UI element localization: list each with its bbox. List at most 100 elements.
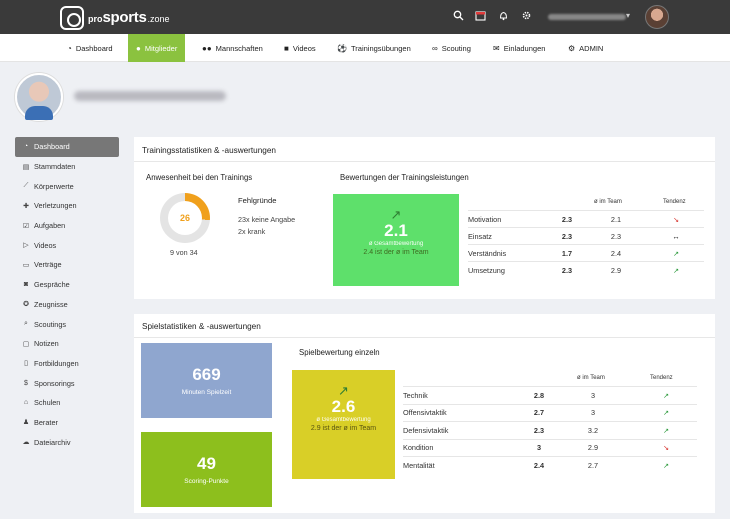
brand-sports: sports: [102, 9, 147, 26]
nav-label: ADMIN: [579, 43, 604, 53]
sidebar-item-verletzungen[interactable]: ✚ Verletzungen: [15, 196, 119, 216]
col-header-team: ø im Team: [594, 199, 622, 205]
rating-value: 2.3: [533, 425, 545, 435]
training-ratings-title: Bewertungen der Trainingsleistungen: [340, 173, 469, 182]
absence-reason: 2x krank: [238, 227, 266, 236]
profile-sidebar: ◔ Dashboard ▤ Stammdaten ⟋ Körperwerte ✚ Ver…: [15, 137, 119, 452]
rating-name: Verständnis: [468, 248, 507, 258]
search-icon: ⌕: [24, 320, 28, 328]
rating-value: 2.8: [533, 390, 545, 400]
brand-zone: .zone: [147, 14, 170, 24]
panel-divider: [134, 161, 715, 162]
scoring-points-label: Scoring-Punkte: [184, 478, 229, 485]
sidebar-item-gespraeche[interactable]: ◙ Gespräche: [15, 275, 119, 295]
rating-row: Kondition 3 2.9 ↘: [403, 438, 697, 456]
sidebar-label: Scoutings: [34, 319, 67, 329]
nav-label: Mitglieder: [144, 43, 178, 53]
attendance-summary: 9 von 34: [170, 248, 198, 257]
chat-icon: ◙: [23, 281, 29, 289]
calendar-icon[interactable]: [473, 10, 487, 24]
book-icon: ▯: [24, 360, 28, 368]
rating-name: Technik: [403, 390, 428, 400]
nav-label: Mannschaften: [215, 43, 263, 53]
scoring-points-value: 49: [197, 454, 216, 473]
trend-up-icon: ↗: [662, 390, 670, 400]
sidebar-item-dateiarchiv[interactable]: ☁ Dateiarchiv: [15, 432, 119, 452]
rating-row: Defensivtaktik 2.3 3.2 ↗: [403, 421, 697, 438]
user-name-blurred[interactable]: [548, 14, 626, 20]
bell-icon[interactable]: [496, 10, 510, 24]
nav-admin[interactable]: ⚙ ADMIN: [568, 34, 603, 62]
rating-value: 1.7: [561, 248, 573, 258]
brand-logo[interactable]: pro sports .zone: [60, 5, 170, 30]
nav-label: Scouting: [441, 43, 471, 53]
trend-up-icon: ↗: [662, 460, 670, 470]
col-header-trend: Tendenz: [663, 199, 686, 205]
nav-trainingsuebungen[interactable]: ⚽ Trainingsübungen: [337, 34, 411, 62]
chevron-down-icon[interactable]: ▾: [626, 11, 630, 20]
sidebar-item-schulen[interactable]: ⌂ Schulen: [15, 393, 119, 413]
id-card-icon: ▤: [22, 163, 30, 171]
rating-team-average: 3.2: [587, 425, 599, 435]
main-nav: ◔ Dashboard ● Mitglieder ●● Mannschaften ■ V…: [0, 34, 730, 62]
first-aid-icon: ✚: [23, 202, 29, 210]
col-header-team: ø im Team: [577, 375, 605, 381]
sidebar-label: Gespräche: [34, 280, 70, 290]
rating-name: Einsatz: [468, 231, 492, 241]
brand-pro: pro: [88, 14, 103, 24]
nav-scouting[interactable]: ∞ Scouting: [432, 34, 471, 62]
sidebar-item-aufgaben[interactable]: ☑ Aufgaben: [15, 216, 119, 236]
binoculars-icon: ∞: [432, 43, 438, 53]
game-stats-title: Spielstatistiken & -auswertungen: [142, 322, 261, 331]
sidebar-item-scoutings[interactable]: ⌕ Scoutings: [15, 314, 119, 334]
sidebar-label: Notizen: [34, 339, 59, 349]
nav-mannschaften[interactable]: ●● Mannschaften: [202, 34, 263, 62]
nav-einladungen[interactable]: ✉ Einladungen: [493, 34, 545, 62]
minutes-played-value: 669: [192, 365, 221, 384]
training-score: 2.1: [384, 221, 408, 240]
play-icon: ▷: [23, 242, 29, 250]
sidebar-item-dashboard[interactable]: ◔ Dashboard: [15, 137, 119, 157]
minutes-played-box: 669 Minuten Spielzeit: [141, 343, 272, 418]
document-icon: ▭: [22, 261, 30, 269]
sidebar-item-sponsorings[interactable]: $ Sponsorings: [15, 373, 119, 393]
sidebar-item-notizen[interactable]: ▢ Notizen: [15, 334, 119, 354]
trend-down-icon: ↘: [672, 214, 680, 224]
rating-row: Verständnis 1.7 2.4 ↗: [468, 244, 704, 261]
nav-label: Einladungen: [503, 43, 546, 53]
user-avatar[interactable]: [645, 5, 669, 29]
rating-row: Technik 2.8 3 ↗: [403, 386, 697, 403]
dashboard-icon: ◔: [67, 43, 72, 53]
tasks-icon: ☑: [22, 222, 30, 230]
sidebar-label: Dashboard: [34, 142, 70, 152]
search-icon[interactable]: [451, 10, 465, 24]
gear-icon[interactable]: [519, 10, 533, 24]
trend-up-icon: ↗: [390, 207, 402, 222]
sidebar-item-stammdaten[interactable]: ▤ Stammdaten: [15, 157, 119, 177]
sidebar-item-vertraege[interactable]: ▭ Verträge: [15, 255, 119, 275]
rating-value: 3: [536, 443, 542, 452]
rating-name: Umsetzung: [468, 265, 505, 275]
nav-label: Trainingsübungen: [350, 43, 411, 53]
rating-team-average: 2.1: [610, 214, 622, 224]
nav-dashboard[interactable]: ◔ Dashboard: [67, 34, 113, 62]
sidebar-item-videos[interactable]: ▷ Videos: [15, 235, 119, 255]
nav-mitglieder[interactable]: ● Mitglieder: [128, 34, 186, 62]
nav-videos[interactable]: ■ Videos: [284, 34, 316, 62]
profile-name-blurred: [74, 91, 226, 101]
sidebar-item-zeugnisse[interactable]: ✪ Zeugnisse: [15, 295, 119, 315]
rating-row: Einsatz 2.3 2.3 ↔: [468, 227, 704, 244]
trend-up-icon: ↗: [672, 265, 680, 275]
sidebar-item-berater[interactable]: ♟ Berater: [15, 413, 119, 433]
rating-name: Defensivtaktik: [403, 425, 449, 435]
trend-up-icon: ↗: [338, 383, 349, 398]
school-icon: ⌂: [23, 399, 29, 407]
ball-icon: ⚽: [337, 43, 347, 53]
game-score-label: ø Gesamtbewertung: [316, 417, 371, 423]
sidebar-label: Dateiarchiv: [34, 437, 71, 447]
users-icon: ●●: [202, 43, 212, 53]
sidebar-item-koerperwerte[interactable]: ⟋ Körperwerte: [15, 176, 119, 196]
col-header-trend: Tendenz: [650, 375, 673, 381]
sidebar-item-fortbildungen[interactable]: ▯ Fortbildungen: [15, 354, 119, 374]
rating-value: 2.4: [533, 460, 545, 470]
